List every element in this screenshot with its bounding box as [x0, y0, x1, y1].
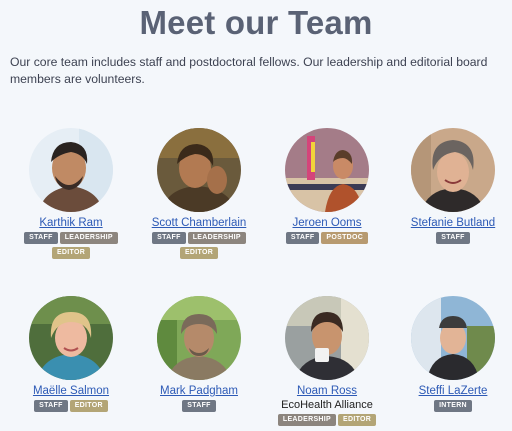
- member-name[interactable]: Maëlle Salmon: [7, 384, 135, 398]
- avatar-photo-icon: [285, 296, 369, 380]
- badge-leadership: LEADERSHIP: [277, 414, 336, 426]
- member-photo[interactable]: [157, 296, 241, 380]
- member-card-jeroen-ooms: Jeroen Ooms STAFF POSTDOC: [263, 128, 391, 247]
- member-name[interactable]: Scott Chamberlain: [135, 216, 263, 230]
- badge-editor: EDITOR: [338, 414, 377, 426]
- avatar-photo-icon: [411, 128, 495, 212]
- member-card-steffi-lazerte: Steffi LaZerte INTERN: [389, 296, 512, 415]
- badge-list: STAFF LEADERSHIP EDITOR: [7, 232, 135, 262]
- avatar-photo-icon: [29, 296, 113, 380]
- member-card-maelle-salmon: Maëlle Salmon STAFF EDITOR: [7, 296, 135, 415]
- badge-editor: EDITOR: [51, 247, 91, 259]
- badge-list: STAFF: [389, 232, 512, 247]
- member-name[interactable]: Mark Padgham: [135, 384, 263, 398]
- avatar-photo-icon: [157, 128, 241, 212]
- badge-staff: STAFF: [285, 232, 320, 244]
- member-photo[interactable]: [157, 128, 241, 212]
- badge-staff: STAFF: [436, 232, 470, 244]
- member-card-stefanie-butland: Stefanie Butland STAFF: [389, 128, 512, 247]
- badge-staff: STAFF: [24, 232, 58, 244]
- badge-list: LEADERSHIP EDITOR: [263, 414, 391, 429]
- badge-list: STAFF LEADERSHIP EDITOR: [135, 232, 263, 262]
- badge-editor: EDITOR: [179, 247, 219, 259]
- avatar-photo-icon: [411, 296, 495, 380]
- member-photo[interactable]: [29, 296, 113, 380]
- badge-list: STAFF: [135, 400, 263, 415]
- member-name[interactable]: Stefanie Butland: [389, 216, 512, 230]
- badge-leadership: LEADERSHIP: [59, 232, 118, 244]
- badge-staff: STAFF: [152, 232, 186, 244]
- member-card-karthik-ram: Karthik Ram STAFF LEADERSHIP EDITOR: [7, 128, 135, 262]
- member-name[interactable]: Steffi LaZerte: [389, 384, 512, 398]
- avatar-photo-icon: [285, 128, 369, 212]
- badge-list: INTERN: [389, 400, 512, 415]
- intro-text: Our core team includes staff and postdoc…: [10, 55, 488, 86]
- avatar-photo-icon: [29, 128, 113, 212]
- avatar-photo-icon: [157, 296, 241, 380]
- badge-list: STAFF POSTDOC: [263, 232, 391, 247]
- member-name[interactable]: Karthik Ram: [7, 216, 135, 230]
- member-card-mark-padgham: Mark Padgham STAFF: [135, 296, 263, 415]
- member-card-noam-ross: Noam Ross EcoHealth Alliance LEADERSHIP E…: [263, 296, 391, 429]
- member-card-scott-chamberlain: Scott Chamberlain STAFF LEADERSHIP EDITOR: [135, 128, 263, 262]
- badge-editor: EDITOR: [69, 400, 108, 412]
- badge-list: STAFF EDITOR: [7, 400, 135, 415]
- member-photo[interactable]: [285, 128, 369, 212]
- member-name[interactable]: Jeroen Ooms: [263, 216, 391, 230]
- badge-staff: STAFF: [34, 400, 68, 412]
- badge-postdoc: POSTDOC: [321, 232, 369, 244]
- badge-leadership: LEADERSHIP: [187, 232, 246, 244]
- team-page: Meet our Team Our core team includes sta…: [0, 0, 512, 431]
- page-title: Meet our Team: [139, 4, 373, 41]
- member-photo[interactable]: [411, 128, 495, 212]
- member-photo[interactable]: [285, 296, 369, 380]
- badge-intern: INTERN: [434, 400, 472, 412]
- member-affiliation: EcoHealth Alliance: [281, 399, 373, 411]
- badge-staff: STAFF: [182, 400, 216, 412]
- member-photo[interactable]: [411, 296, 495, 380]
- member-name[interactable]: Noam Ross: [263, 384, 391, 398]
- member-photo[interactable]: [29, 128, 113, 212]
